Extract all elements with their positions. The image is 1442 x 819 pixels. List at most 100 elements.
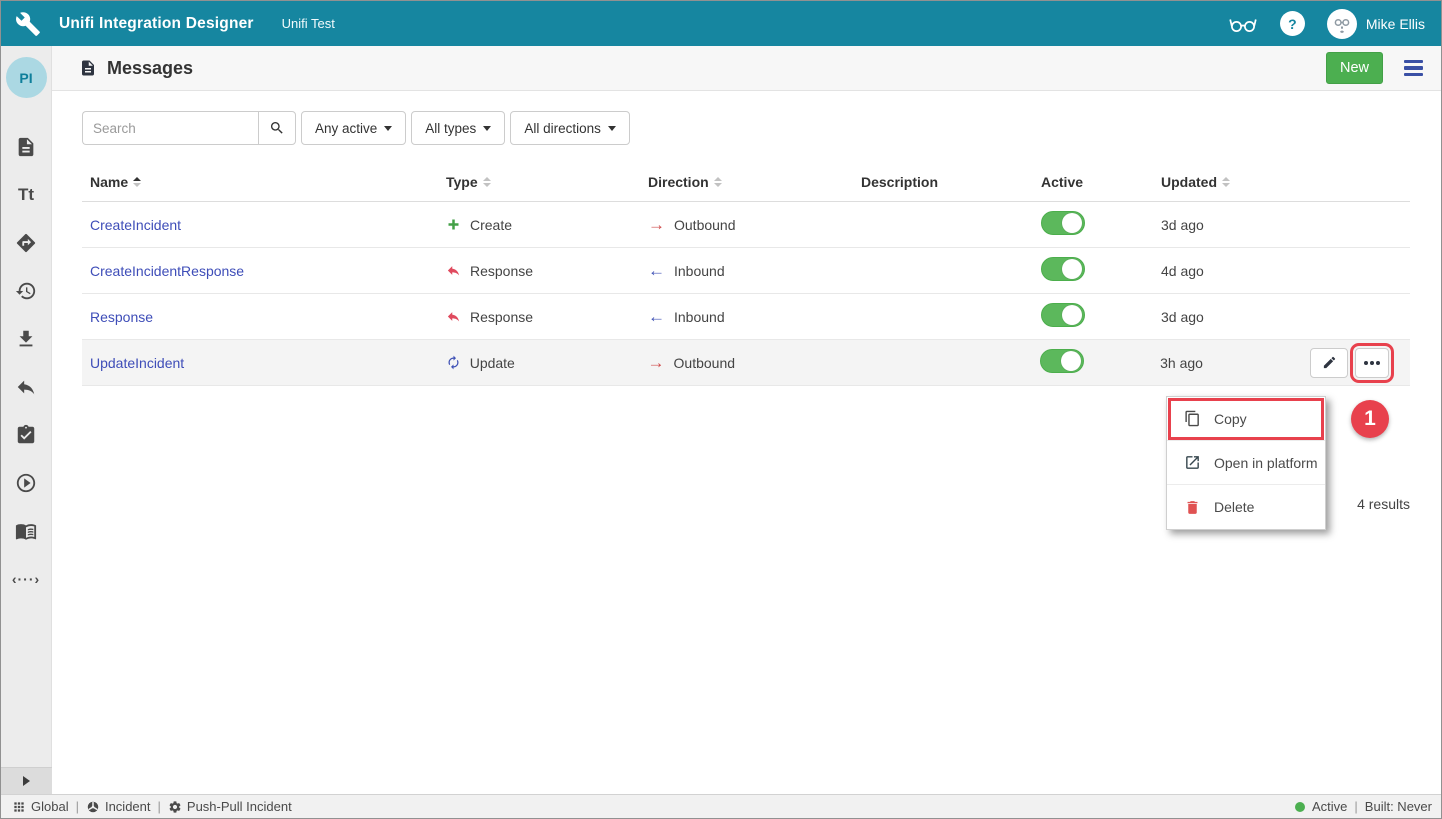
- table-row: Response Response ←Inbound 3d ago: [82, 294, 1410, 340]
- topbar-actions: ? Mike Ellis: [1228, 9, 1425, 39]
- menu-item-label: Copy: [1214, 411, 1247, 427]
- active-toggle[interactable]: [1041, 303, 1085, 327]
- updated-cell: 3h ago: [1160, 355, 1310, 371]
- page-header: Messages New: [52, 46, 1441, 91]
- scope-global[interactable]: Global: [12, 799, 69, 814]
- copy-icon: [1184, 410, 1201, 427]
- history-icon: [15, 280, 37, 302]
- status-bar: Global | Incident | Push-Pull Incident A…: [1, 794, 1441, 818]
- direction-label: Inbound: [674, 263, 725, 279]
- updated-cell: 4d ago: [1161, 263, 1311, 279]
- column-header-updated[interactable]: Updated: [1161, 174, 1311, 190]
- menu-item-label: Delete: [1214, 499, 1254, 515]
- code-icon: ‹···›: [12, 571, 40, 587]
- search-button[interactable]: [258, 111, 296, 145]
- separator: |: [158, 799, 161, 814]
- app-title: Unifi Integration Designer: [59, 15, 254, 33]
- search-icon: [269, 120, 285, 136]
- chevron-right-icon: [23, 776, 30, 786]
- sidebar-item-tasks[interactable]: [12, 424, 40, 446]
- direction-label: Inbound: [674, 309, 725, 325]
- column-header-type[interactable]: Type: [446, 174, 648, 190]
- column-header-description: Description: [861, 174, 1041, 190]
- update-type-icon: [446, 355, 461, 370]
- active-filter-dropdown[interactable]: Any active: [301, 111, 406, 145]
- new-button[interactable]: New: [1326, 52, 1383, 84]
- incident-app-icon: [86, 800, 100, 814]
- context-menu: Copy Open in platform Delete: [1166, 396, 1326, 530]
- outbound-arrow-icon: →: [648, 216, 665, 233]
- menu-item-open-in-platform[interactable]: Open in platform: [1167, 441, 1325, 485]
- app-window: Unifi Integration Designer Unifi Test ? …: [0, 0, 1442, 819]
- sidebar-item-history[interactable]: [12, 280, 40, 302]
- direction-filter-label: All directions: [524, 121, 601, 136]
- sidebar-item-fields[interactable]: Tt: [12, 184, 40, 206]
- avatar: [1327, 9, 1357, 39]
- search-input[interactable]: [82, 111, 258, 145]
- gear-icon: [168, 800, 182, 814]
- sort-asc-icon: [133, 177, 141, 187]
- topbar: Unifi Integration Designer Unifi Test ? …: [1, 1, 1441, 46]
- direction-filter-dropdown[interactable]: All directions: [510, 111, 630, 145]
- column-header-active: Active: [1041, 174, 1161, 190]
- message-link[interactable]: CreateIncidentResponse: [90, 263, 244, 279]
- message-link[interactable]: Response: [90, 309, 153, 325]
- response-type-icon: [446, 309, 461, 324]
- active-status-dot: [1295, 802, 1305, 812]
- sort-icon: [714, 177, 722, 187]
- download-icon: [15, 328, 37, 350]
- help-icon[interactable]: ?: [1280, 11, 1305, 36]
- results-count: 4 results: [1357, 496, 1410, 512]
- messages-doc-icon: [79, 59, 97, 77]
- sidebar-item-run[interactable]: [12, 472, 40, 494]
- active-toggle[interactable]: [1041, 257, 1085, 281]
- route-icon: [15, 232, 37, 254]
- edit-button[interactable]: [1310, 348, 1348, 378]
- message-link[interactable]: UpdateIncident: [90, 355, 184, 371]
- column-header-name[interactable]: Name: [90, 174, 446, 190]
- user-name: Mike Ellis: [1366, 16, 1425, 32]
- search-group: [82, 111, 296, 145]
- messages-table: Name Type Direction Description Active U…: [82, 162, 1410, 386]
- table-row: CreateIncident Create →Outbound 3d ago: [82, 202, 1410, 248]
- sidebar-item-code[interactable]: ‹···›: [12, 568, 40, 590]
- response-type-icon: [446, 263, 461, 278]
- sidebar-item-messages[interactable]: [12, 136, 40, 158]
- main-panel: Messages New Any active All types All di…: [52, 46, 1441, 794]
- message-link[interactable]: CreateIncident: [90, 217, 181, 233]
- active-toggle[interactable]: [1040, 349, 1084, 373]
- sidebar-expand-button[interactable]: [1, 767, 52, 794]
- more-actions-button[interactable]: [1355, 348, 1389, 378]
- direction-label: Outbound: [674, 217, 736, 233]
- project-name[interactable]: Unifi Test: [282, 16, 335, 31]
- user-menu[interactable]: Mike Ellis: [1327, 9, 1425, 39]
- grid-icon: [12, 800, 26, 814]
- context-breadcrumb: Global | Incident | Push-Pull Incident: [12, 799, 292, 814]
- menu-item-copy[interactable]: Copy: [1167, 397, 1325, 441]
- column-header-direction[interactable]: Direction: [648, 174, 861, 190]
- open-external-icon: [1184, 454, 1201, 471]
- app-incident[interactable]: Incident: [86, 799, 151, 814]
- create-type-icon: [446, 217, 461, 232]
- sidebar-item-routes[interactable]: [12, 232, 40, 254]
- active-toggle[interactable]: [1041, 211, 1085, 235]
- updated-cell: 3d ago: [1161, 309, 1311, 325]
- ellipsis-icon: [1370, 361, 1374, 365]
- page-title: Messages: [107, 58, 193, 79]
- body: PI Tt ‹···› Messages New: [1, 46, 1441, 794]
- type-filter-dropdown[interactable]: All types: [411, 111, 505, 145]
- preview-glasses-icon[interactable]: [1228, 13, 1258, 35]
- sidebar-item-docs[interactable]: [12, 520, 40, 542]
- hamburger-menu-icon[interactable]: [1402, 58, 1425, 79]
- filter-bar: Any active All types All directions: [82, 111, 1410, 145]
- type-label: Response: [470, 309, 533, 325]
- menu-item-delete[interactable]: Delete: [1167, 485, 1325, 529]
- annotation-step-badge: 1: [1351, 400, 1389, 438]
- direction-label: Outbound: [674, 355, 736, 371]
- sidebar-item-responses[interactable]: [12, 376, 40, 398]
- status-label: Active: [1312, 799, 1347, 814]
- integration-badge[interactable]: PI: [6, 57, 47, 98]
- caret-down-icon: [483, 126, 491, 131]
- integration-push-pull[interactable]: Push-Pull Incident: [168, 799, 292, 814]
- sidebar-item-import[interactable]: [12, 328, 40, 350]
